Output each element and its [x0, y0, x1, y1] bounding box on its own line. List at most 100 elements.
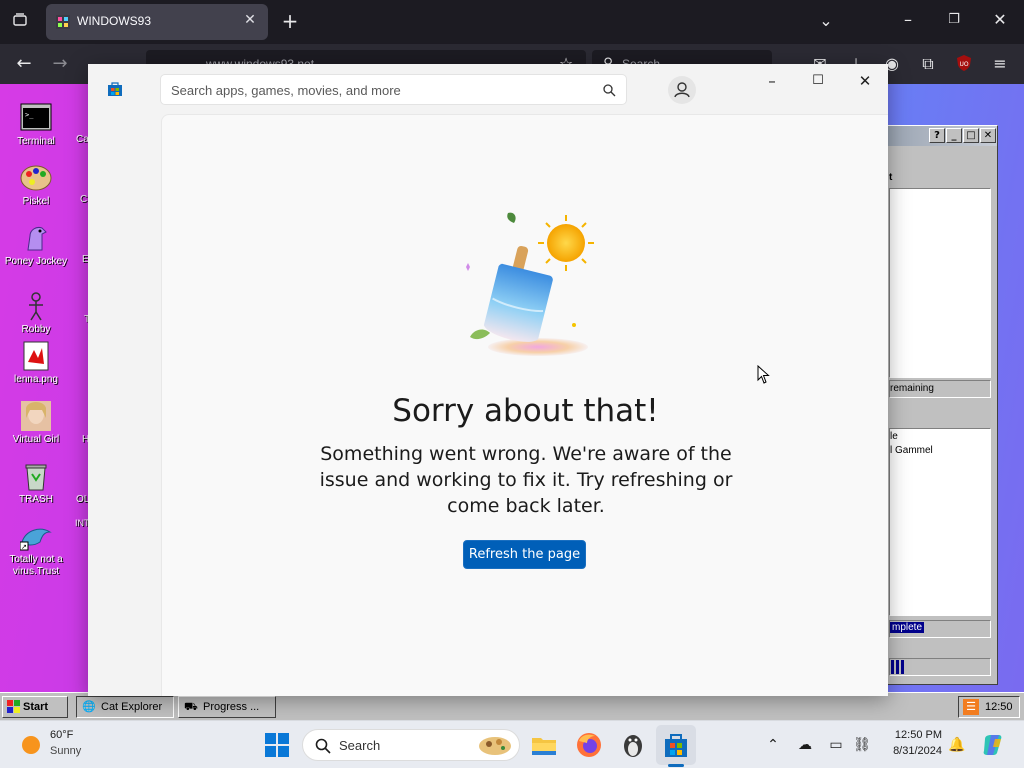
stickman-icon: [20, 290, 52, 322]
desktop-icon-piskel[interactable]: Piskel: [0, 162, 72, 208]
win93-start-button[interactable]: Start: [2, 696, 68, 718]
weather-temperature[interactable]: 60°F: [50, 729, 73, 741]
help-button[interactable]: ?: [929, 128, 945, 143]
win93-progress-bar: [889, 658, 991, 676]
minimize-button[interactable]: _: [946, 128, 962, 143]
task-label: Progress ...: [203, 701, 260, 713]
weather-sun-icon[interactable]: [20, 734, 42, 756]
error-title: Sorry about that!: [392, 393, 659, 429]
desktop-icon-virus[interactable]: ↗ Totally not a virus.Trust: [0, 520, 72, 578]
trash-icon: [20, 460, 52, 492]
taskbar-date[interactable]: 8/31/2024: [878, 745, 942, 757]
active-app-indicator: [668, 764, 684, 767]
back-icon[interactable]: ←: [12, 54, 36, 74]
search-icon: [315, 738, 331, 754]
ublock-icon[interactable]: UO: [952, 54, 976, 74]
desktop-icon-label: Totally not a virus.Trust: [9, 554, 63, 577]
forward-icon[interactable]: →: [48, 54, 72, 74]
win93-panel-list: le l Gammel: [889, 428, 991, 616]
win93-task-cat-explorer[interactable]: 🌐 Cat Explorer: [76, 696, 174, 718]
firefox-icon[interactable]: [575, 731, 603, 759]
win93-progress-window: ? _ □ ✕ t remaining le l Gammel mplete: [886, 125, 998, 685]
tab-title: WINDOWS93: [77, 14, 152, 28]
error-message: Something went wrong. We're aware of the…: [319, 443, 733, 517]
minimize-browser-icon[interactable]: –: [896, 10, 920, 30]
svg-text:↗: ↗: [21, 543, 27, 551]
win93-window-titlebar[interactable]: ? _ □ ✕: [887, 126, 997, 146]
minimize-icon[interactable]: –: [755, 70, 789, 92]
desktop-icon-label: TRASH: [19, 494, 53, 505]
desktop-icon-poney-jockey[interactable]: Poney Jockey: [0, 222, 72, 268]
tab-list-icon[interactable]: [8, 12, 32, 32]
close-button[interactable]: ✕: [980, 128, 996, 143]
windows-start-icon[interactable]: [263, 731, 291, 759]
menu-icon[interactable]: ≡: [988, 54, 1012, 74]
chevron-down-icon[interactable]: ⌄: [814, 11, 838, 31]
desktop-icon-terminal[interactable]: >_ Terminal: [0, 102, 72, 148]
maximize-icon[interactable]: ☐: [801, 70, 835, 92]
restore-browser-icon[interactable]: ❐: [942, 10, 966, 30]
file-explorer-icon[interactable]: [530, 731, 558, 759]
new-tab-icon[interactable]: +: [278, 11, 302, 31]
desktop-icon-label: Poney Jockey: [4, 256, 68, 267]
win93-clock: 12:50: [985, 701, 1013, 713]
windows93-favicon-icon: [56, 15, 70, 29]
microsoft-store-window: – ☐ ✕: [88, 64, 888, 696]
desktop-icon-label: Piskel: [22, 196, 50, 207]
mouse-cursor-icon: [757, 365, 770, 384]
taskbar-search-label: Search: [339, 738, 381, 753]
svg-text:>_: >_: [25, 111, 34, 119]
network-icon[interactable]: ⛓: [852, 735, 872, 755]
win93-start-icon: [7, 700, 20, 713]
tab-close-icon[interactable]: ✕: [240, 12, 260, 28]
melting-popsicle-illustration: [466, 212, 594, 356]
rss-icon: ☰: [963, 699, 979, 715]
desktop-icon-lenna[interactable]: lenna.png: [0, 340, 72, 386]
store-search-input[interactable]: [171, 81, 591, 99]
desktop-icon-trash[interactable]: TRASH: [0, 460, 72, 506]
browser-tab[interactable]: WINDOWS93 ✕: [46, 4, 268, 40]
desktop-icon-virtual-girl[interactable]: Virtual Girl: [0, 400, 72, 446]
close-browser-icon[interactable]: ✕: [988, 10, 1012, 30]
win93-status-bar: remaining: [889, 380, 991, 398]
store-search-box[interactable]: [160, 74, 627, 105]
win93-task-progress[interactable]: ⛟ Progress ...: [178, 696, 276, 718]
copilot-icon[interactable]: [981, 733, 1005, 757]
display-icon[interactable]: ▭: [826, 735, 846, 755]
terminal-icon: >_: [20, 102, 52, 134]
desktop-label-fragment: Ca: [76, 134, 89, 145]
win93-start-label: Start: [23, 701, 49, 713]
cat-explorer-icon: 🌐: [82, 701, 96, 713]
win93-tray-clock[interactable]: ☰ 12:50: [958, 696, 1020, 718]
onedrive-offline-icon[interactable]: ☁: [795, 735, 815, 755]
search-icon[interactable]: [602, 83, 616, 97]
wsl-penguin-icon[interactable]: [619, 731, 647, 759]
account-avatar[interactable]: [668, 76, 696, 104]
win93-taskbar: Start 🌐 Cat Explorer ⛟ Progress ... ☰ 12…: [0, 692, 1024, 720]
win93-panel-top: [889, 188, 991, 378]
store-logo-icon: [108, 82, 122, 96]
maximize-button[interactable]: □: [963, 128, 979, 143]
notification-bell-icon[interactable]: 🔔: [947, 735, 967, 755]
image-file-icon: [20, 340, 52, 372]
desktop-label-fragment: C: [80, 194, 88, 205]
microsoft-store-icon[interactable]: [662, 731, 690, 759]
taskbar-time[interactable]: 12:50 PM: [878, 729, 942, 741]
refresh-page-button[interactable]: Refresh the page: [463, 540, 586, 569]
extensions-icon[interactable]: ⧉: [916, 54, 940, 74]
list-item-fragment: l Gammel: [890, 445, 933, 456]
progress-icon: ⛟: [184, 701, 198, 713]
windows-taskbar: 60°F Sunny Search ⌃ ☁ ▭ ⛓ 12:50 PM 8/31/…: [0, 720, 1024, 768]
panel-header-fragment: t: [889, 172, 893, 183]
pony-icon: [20, 222, 52, 254]
desktop-icon-label: Terminal: [17, 136, 55, 147]
close-icon[interactable]: ✕: [848, 70, 882, 92]
desktop-icon-label: Robby: [21, 324, 51, 335]
taskbar-search-box[interactable]: Search: [302, 729, 520, 761]
user-icon: [674, 82, 690, 98]
show-hidden-icons-icon[interactable]: ⌃: [763, 735, 783, 755]
desktop-icon-label: Virtual Girl: [12, 434, 60, 445]
dolphin-icon: ↗: [19, 520, 52, 552]
list-item-fragment: le: [890, 431, 898, 442]
desktop-icon-robby[interactable]: Robby: [0, 290, 72, 336]
